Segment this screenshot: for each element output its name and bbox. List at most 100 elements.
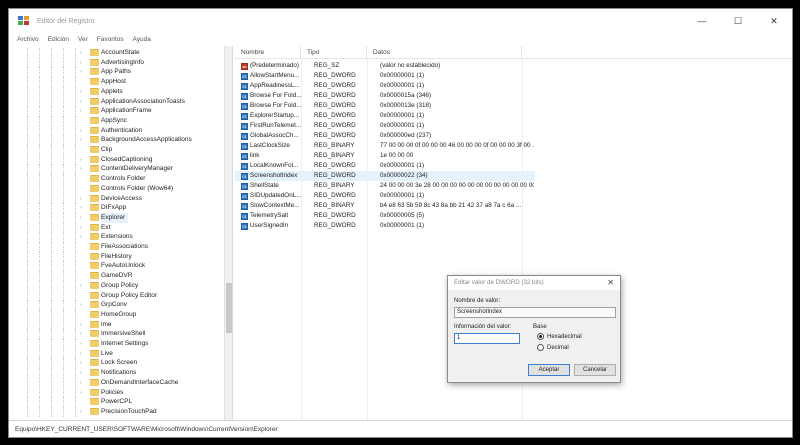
tree-scrollbar-thumb[interactable] [226,283,232,333]
expand-arrow-icon[interactable]: › [80,205,82,211]
tree-item[interactable]: › Group Policy [9,280,225,291]
tree-item[interactable]: AppSync [9,115,225,126]
tree-item[interactable]: Controls Folder (Wow64) [9,183,225,194]
expand-arrow-icon[interactable]: › [80,390,82,396]
tree-item[interactable]: › ImmersiveShell [9,329,225,339]
tree-scrollbar[interactable] [224,46,232,421]
expand-arrow-icon[interactable]: › [80,108,82,114]
tree-item[interactable]: › ime [9,319,225,330]
ok-button[interactable]: Aceptar [528,364,570,376]
tree-item[interactable]: AppHost [9,77,225,87]
expand-arrow-icon[interactable]: › [80,370,82,376]
value-row[interactable]: 01 UserSignedIn REG_DWORD 0x00000001 (1) [235,221,535,231]
radio-hexadecimal-icon[interactable] [537,333,544,340]
tree-item[interactable]: › Policies [9,387,225,398]
tree-item[interactable]: › AdvertisingInfo [9,57,225,68]
expand-arrow-icon[interactable]: › [80,99,82,105]
tree-item[interactable]: HomeGroup [9,309,225,320]
value-row[interactable]: ab (Predeterminado) REG_SZ (valor no establ… [235,61,535,71]
menu-archivo[interactable]: Archivo [17,36,39,43]
tree-item[interactable]: › ClosedCaptioning [9,154,225,165]
tree-item[interactable]: › OnDemandInterfaceCache [9,377,225,388]
expand-arrow-icon[interactable]: › [80,380,82,386]
tree-item[interactable]: GameDVR [9,271,225,281]
expand-arrow-icon[interactable]: › [80,128,82,134]
tree-item[interactable]: › Ext [9,222,225,233]
value-row[interactable]: 01 SlowContextMe... REG_BINARY b4 e8 63 5b … [235,201,535,211]
menu-edicion[interactable]: Edición [48,36,69,43]
column-header-name[interactable]: Nombre [235,46,301,59]
tree-item[interactable]: › Extensions [9,232,225,242]
tree-item[interactable]: › Notifications [9,368,225,378]
expand-arrow-icon[interactable]: › [80,50,82,56]
tree-item[interactable]: › Applets [9,86,225,97]
minimize-button[interactable]: — [684,9,720,33]
value-data-field[interactable]: 1 [454,333,520,344]
expand-arrow-icon[interactable]: › [80,360,82,366]
tree-item[interactable]: › PrecisionTouchPad [9,406,225,417]
value-row[interactable]: 01 ScreenshotIndex REG_DWORD 0x00000022 (34… [235,171,535,181]
registry-key-tree[interactable]: › AccountState › AdvertisingInfo › App Paths A… [9,46,233,421]
expand-arrow-icon[interactable]: › [80,225,82,231]
tree-item[interactable]: › DIFxApp [9,203,225,213]
tree-item[interactable]: › Authentication [9,125,225,136]
expand-arrow-icon[interactable]: › [80,341,82,347]
dialog-close-icon[interactable]: ✕ [607,276,614,290]
tree-item[interactable]: › ContentDeliveryManager [9,164,225,175]
tree-item[interactable]: FileAssociations [9,242,225,252]
expand-arrow-icon[interactable]: › [80,89,82,95]
value-row[interactable]: 01 AppReadinessL... REG_DWORD 0x00000001 (1… [235,81,535,91]
menu-ver[interactable]: Ver [78,36,88,43]
value-row[interactable]: 01 GlobalAssocCh... REG_DWORD 0x000000ed (2… [235,131,535,141]
menu-ayuda[interactable]: Ayuda [133,36,151,43]
expand-arrow-icon[interactable]: › [80,234,82,240]
expand-arrow-icon[interactable]: › [80,166,82,172]
tree-item[interactable]: › GrpConv [9,300,225,310]
expand-arrow-icon[interactable]: › [80,283,82,289]
value-row[interactable]: 01 ShellState REG_BINARY 24 00 00 00 3e 28 … [235,181,535,191]
tree-item[interactable]: › Lock Screen [9,358,225,369]
expand-arrow-icon[interactable]: › [80,60,82,66]
value-row[interactable]: 01 ExplorerStartup... REG_DWORD 0x00000001 … [235,111,535,121]
tree-item[interactable]: Clip [9,145,225,155]
tree-item[interactable]: Controls Folder [9,174,225,184]
column-header-data[interactable]: Datos [367,46,522,59]
tree-item[interactable]: › Live [9,348,225,359]
tree-item[interactable]: FileHistory [9,251,225,262]
cancel-button[interactable]: Cancelar [574,364,616,376]
close-button[interactable]: ✕ [756,9,792,33]
expand-arrow-icon[interactable]: › [80,351,82,357]
expand-arrow-icon[interactable]: › [80,157,82,163]
value-row[interactable]: 01 TelemetrySalt REG_DWORD 0x00000005 (5) [235,211,535,221]
value-row[interactable]: 01 AllowStartMenu... REG_DWORD 0x00000001 (… [235,71,535,81]
value-row[interactable]: 01 Browse For Fold... REG_DWORD 0x0000013e … [235,101,535,111]
value-row[interactable]: 01 Browse For Fold... REG_DWORD 0x0000015a … [235,91,535,101]
column-header-type[interactable]: Tipo [301,46,367,59]
value-row[interactable]: 01 FirstRunTelemet... REG_DWORD 0x00000001 … [235,121,535,131]
value-row[interactable]: 01 LastClockSize REG_BINARY 77 00 00 00 0f … [235,141,535,151]
value-row[interactable]: 01 link REG_BINARY 1e 00 00 00 [235,151,535,161]
tree-item[interactable]: Group Policy Editor [9,290,225,301]
expand-arrow-icon[interactable]: › [80,331,82,337]
tree-item[interactable]: › Internet Settings [9,339,225,349]
tree-item[interactable]: FveAutoUnlock [9,261,225,272]
expand-arrow-icon[interactable]: › [80,137,82,143]
radio-decimal-icon[interactable] [537,344,544,351]
expand-arrow-icon[interactable]: › [80,322,82,328]
tree-item[interactable]: PowerCPL [9,397,225,407]
tree-item[interactable]: › Explorer [9,212,225,223]
tree-item[interactable]: › DeviceAccess [9,193,225,204]
tree-item[interactable]: › BackgroundAccessApplications [9,135,225,145]
tree-item[interactable]: › ApplicationFrame [9,106,225,116]
tree-item[interactable]: › AccountState [9,48,225,58]
expand-arrow-icon[interactable]: › [80,69,82,75]
maximize-button[interactable]: ☐ [720,9,756,33]
expand-arrow-icon[interactable]: › [80,409,82,415]
tree-item[interactable]: › ApplicationAssociationToasts [9,96,225,107]
expand-arrow-icon[interactable]: › [80,196,82,202]
value-row[interactable]: 01 LocalKnownFol... REG_DWORD 0x00000001 (1… [235,161,535,171]
expand-arrow-icon[interactable]: › [80,215,82,221]
menu-favoritos[interactable]: Favoritos [97,36,124,43]
value-row[interactable]: 01 SIDUpdatedOnL... REG_DWORD 0x00000001 (1… [235,191,535,201]
tree-item[interactable]: › App Paths [9,67,225,78]
